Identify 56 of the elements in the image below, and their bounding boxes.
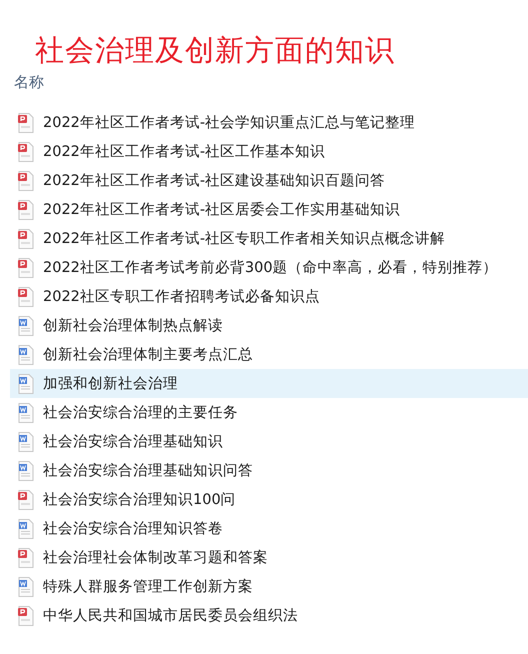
file-row[interactable]: 中华人民共和国城市居民委员会组织法 (10, 601, 528, 630)
pdf-file-icon (18, 112, 34, 132)
pdf-file-icon (18, 200, 34, 220)
file-row[interactable]: 2022年社区工作者考试-社区工作基本知识 (10, 137, 528, 166)
pdf-file-icon (18, 606, 34, 626)
file-name: 社会治安综合治理知识答卷 (43, 520, 223, 538)
pdf-file-icon (18, 258, 34, 278)
file-row[interactable]: 社会治安综合治理知识100问 (10, 485, 528, 514)
file-name: 特殊人群服务管理工作创新方案 (43, 578, 253, 596)
file-row[interactable]: 2022社区专职工作者招聘考试必备知识点 (10, 282, 528, 311)
pdf-file-icon (18, 228, 34, 248)
file-row[interactable]: 社会治安综合治理的主要任务 (10, 398, 528, 427)
file-name: 2022年社区工作者考试-社会学知识重点汇总与笔记整理 (43, 114, 416, 132)
selected-file-row[interactable]: 加强和创新社会治理 (10, 369, 528, 398)
file-name: 2022年社区工作者考试-社区建设基础知识百题问答 (43, 172, 386, 190)
file-name: 中华人民共和国城市居民委员会组织法 (43, 606, 298, 625)
word-file-icon (18, 432, 34, 452)
file-name: 创新社会治理体制主要考点汇总 (43, 346, 253, 364)
word-file-icon (18, 344, 34, 364)
file-name: 创新社会治理体制热点解读 (43, 316, 223, 335)
name-column-header[interactable]: 名称 (14, 72, 44, 92)
file-row[interactable]: 创新社会治理体制主要考点汇总 (10, 340, 528, 369)
word-file-icon (18, 576, 34, 596)
file-row[interactable]: 特殊人群服务管理工作创新方案 (10, 572, 528, 601)
file-row[interactable]: 2022年社区工作者考试-社区专职工作者相关知识点概念讲解 (10, 224, 528, 253)
file-row[interactable]: 创新社会治理体制热点解读 (10, 311, 528, 340)
file-name: 2022社区专职工作者招聘考试必备知识点 (43, 288, 320, 306)
file-row[interactable]: 社会治安综合治理基础知识问答 (10, 456, 528, 485)
pdf-file-icon (18, 490, 34, 510)
word-file-icon (18, 402, 34, 422)
pdf-file-icon (18, 142, 34, 162)
word-file-icon (18, 460, 34, 480)
file-name: 社会治理社会体制改革习题和答案 (43, 548, 268, 567)
pdf-file-icon (18, 548, 34, 568)
word-file-icon (18, 518, 34, 538)
file-name: 2022社区工作者考试考前必背300题（命中率高，必看，特别推荐） (43, 258, 498, 277)
word-file-icon (18, 316, 34, 336)
file-row[interactable]: 2022年社区工作者考试-社区居委会工作实用基础知识 (10, 195, 528, 224)
file-name: 社会治安综合治理基础知识 (43, 432, 223, 451)
file-name: 2022年社区工作者考试-社区居委会工作实用基础知识 (43, 200, 400, 219)
file-name: 社会治安综合治理基础知识问答 (43, 462, 253, 480)
file-row[interactable]: 2022年社区工作者考试-社区建设基础知识百题问答 (10, 166, 528, 195)
file-name: 加强和创新社会治理 (43, 374, 178, 393)
file-row[interactable]: 2022社区工作者考试考前必背300题（命中率高，必看，特别推荐） (10, 253, 528, 282)
file-row[interactable]: 社会治理社会体制改革习题和答案 (10, 543, 528, 572)
word-file-icon (18, 374, 34, 394)
file-row[interactable]: 社会治安综合治理知识答卷 (10, 514, 528, 543)
file-name: 社会治安综合治理知识100问 (43, 490, 236, 509)
pdf-file-icon (18, 170, 34, 190)
file-name: 社会治安综合治理的主要任务 (43, 404, 238, 422)
pdf-file-icon (18, 286, 34, 306)
file-name: 2022年社区工作者考试-社区专职工作者相关知识点概念讲解 (43, 230, 446, 248)
file-row[interactable]: 2022年社区工作者考试-社会学知识重点汇总与笔记整理 (10, 108, 528, 137)
file-row[interactable]: 社会治安综合治理基础知识 (10, 427, 528, 456)
page-title: 社会治理及创新方面的知识 (35, 32, 396, 69)
file-name: 2022年社区工作者考试-社区工作基本知识 (43, 143, 326, 161)
